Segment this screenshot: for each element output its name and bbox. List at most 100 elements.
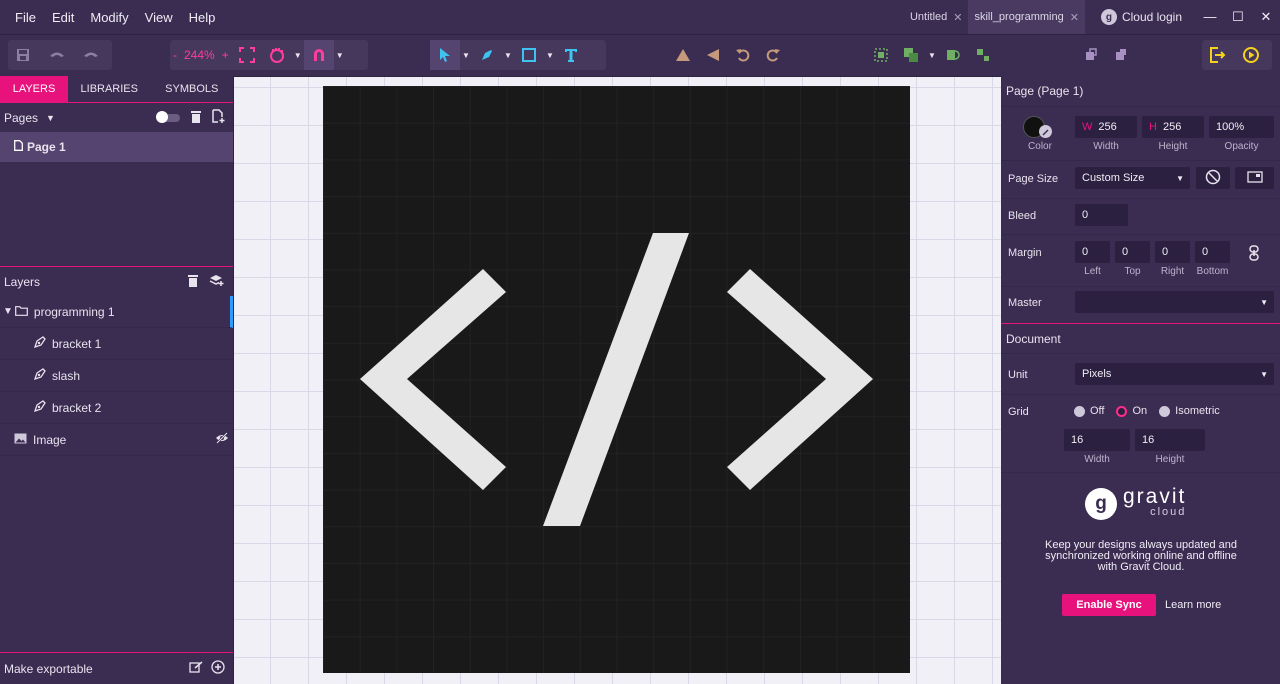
chevron-down-icon[interactable]: ▼ <box>334 40 346 70</box>
eyedropper-icon[interactable] <box>1039 125 1052 138</box>
chevron-down-icon[interactable]: ▼ <box>460 40 472 70</box>
flip-vertical-icon[interactable] <box>668 40 698 70</box>
radio-selected-icon <box>1116 406 1127 417</box>
tab-symbols[interactable]: SYMBOLS <box>151 76 234 102</box>
page-size-select[interactable]: Custom Size▼ <box>1075 167 1190 189</box>
layer-label: slash <box>52 369 80 383</box>
opacity-field[interactable]: 100% <box>1209 116 1274 138</box>
rectangle-tool-icon[interactable] <box>514 40 544 70</box>
code-symbol-artwork <box>323 86 910 673</box>
layer-row-bracket-2[interactable]: bracket 2 <box>0 392 233 424</box>
right-panel: Page (Page 1) Color W256 Width H256 Heig… <box>1001 76 1280 684</box>
margin-left-field[interactable]: 0 <box>1075 241 1110 263</box>
close-icon[interactable]: ✕ <box>1070 11 1079 24</box>
rotate-right-icon[interactable] <box>758 40 788 70</box>
artboard-page-1[interactable] <box>323 86 910 673</box>
add-page-icon[interactable] <box>212 109 225 126</box>
page-item[interactable]: Page 1 <box>0 132 233 162</box>
send-backward-icon[interactable] <box>1076 40 1106 70</box>
trash-icon[interactable] <box>187 274 199 290</box>
minimize-icon[interactable]: — <box>1196 9 1224 25</box>
hand-tool-icon[interactable] <box>262 40 292 70</box>
zoom-in-button[interactable]: + <box>219 48 232 62</box>
tab-libraries[interactable]: LIBRARIES <box>68 76 151 102</box>
learn-more-link[interactable]: Learn more <box>1165 599 1221 611</box>
bring-forward-icon[interactable] <box>1106 40 1136 70</box>
fit-artboard-button[interactable] <box>1235 167 1274 189</box>
chevron-down-icon[interactable]: ▼ <box>292 40 304 70</box>
bleed-field[interactable]: 0 <box>1075 204 1128 226</box>
rotate-left-icon[interactable] <box>728 40 758 70</box>
zoom-out-button[interactable]: - <box>170 48 180 62</box>
color-label: Color <box>1025 141 1055 152</box>
menu-file[interactable]: File <box>0 10 44 25</box>
margin-bottom-field[interactable]: 0 <box>1195 241 1230 263</box>
flip-horizontal-icon[interactable] <box>698 40 728 70</box>
menu-edit[interactable]: Edit <box>44 10 82 25</box>
trash-icon[interactable] <box>190 110 202 126</box>
present-play-icon[interactable] <box>1236 40 1266 70</box>
width-field[interactable]: W256 <box>1075 116 1137 138</box>
layer-row-image[interactable]: Image <box>0 424 233 456</box>
menu-help[interactable]: Help <box>181 10 224 25</box>
menu-bar: File Edit Modify View Help Untitled✕ ski… <box>0 0 1280 34</box>
toggle-switch[interactable] <box>158 114 180 122</box>
add-layer-icon[interactable] <box>209 273 225 290</box>
pen-tool-icon[interactable] <box>472 40 502 70</box>
zoom-value[interactable]: 244% <box>180 48 219 62</box>
margin-top-field[interactable]: 0 <box>1115 241 1150 263</box>
layer-row-slash[interactable]: slash <box>0 360 233 392</box>
menu-view[interactable]: View <box>137 10 181 25</box>
union-icon[interactable] <box>896 40 926 70</box>
enable-sync-button[interactable]: Enable Sync <box>1062 594 1156 616</box>
ungroup-icon[interactable] <box>968 40 998 70</box>
orientation-button[interactable] <box>1196 167 1230 189</box>
mask-icon[interactable] <box>938 40 968 70</box>
chevron-down-icon[interactable]: ▼ <box>46 113 55 123</box>
text-tool-icon[interactable] <box>556 40 586 70</box>
chevron-down-icon[interactable]: ▼ <box>502 40 514 70</box>
make-exportable-label[interactable]: Make exportable <box>4 662 93 676</box>
margin-bottom-label: Bottom <box>1195 266 1230 277</box>
export-bar: Make exportable <box>0 652 233 684</box>
export-slice-icon[interactable] <box>189 661 203 677</box>
fit-screen-icon[interactable] <box>232 40 262 70</box>
save-icon[interactable] <box>8 40 38 70</box>
tab-untitled[interactable]: Untitled✕ <box>904 0 969 34</box>
height-field[interactable]: H256 <box>1142 116 1204 138</box>
close-window-icon[interactable]: ✕ <box>1252 9 1280 25</box>
redo-icon[interactable] <box>76 40 106 70</box>
left-panel: LAYERS LIBRARIES SYMBOLS Pages ▼ Page 1 … <box>0 76 233 684</box>
layer-row-programming[interactable]: ▼ programming 1 <box>0 296 233 328</box>
canvas-area[interactable] <box>234 77 1001 684</box>
tab-skill-programming[interactable]: skill_programming✕ <box>968 0 1084 34</box>
chevron-down-icon[interactable]: ▼ <box>926 40 938 70</box>
triangle-down-icon[interactable]: ▼ <box>3 306 13 317</box>
eye-hidden-icon[interactable] <box>215 432 229 447</box>
cloud-login-button[interactable]: gCloud login <box>1101 9 1182 25</box>
height-value: 256 <box>1163 121 1181 133</box>
master-select[interactable]: ▼ <box>1075 291 1274 313</box>
grid-on-radio[interactable]: On <box>1116 405 1147 417</box>
maximize-icon[interactable]: ☐ <box>1224 9 1252 25</box>
pointer-tool-icon[interactable] <box>430 40 460 70</box>
link-margins-icon[interactable] <box>1249 245 1259 264</box>
export-icon[interactable] <box>1202 40 1232 70</box>
grid-isometric-radio[interactable]: Isometric <box>1159 405 1220 417</box>
margin-right-field[interactable]: 0 <box>1155 241 1190 263</box>
unit-select[interactable]: Pixels▼ <box>1075 363 1274 385</box>
promo-line-3: with Gravit Cloud. <box>1031 562 1251 573</box>
grid-height-field[interactable]: 16 <box>1135 429 1205 451</box>
grid-width-field[interactable]: 16 <box>1064 429 1130 451</box>
menu-modify[interactable]: Modify <box>82 10 136 25</box>
close-icon[interactable]: ✕ <box>953 11 962 24</box>
layer-row-bracket-1[interactable]: bracket 1 <box>0 328 233 360</box>
radio-off-icon <box>1159 406 1170 417</box>
chevron-down-icon[interactable]: ▼ <box>544 40 556 70</box>
undo-icon[interactable] <box>42 40 72 70</box>
snap-magnet-icon[interactable] <box>304 40 334 70</box>
tab-layers[interactable]: LAYERS <box>0 76 68 102</box>
grid-off-radio[interactable]: Off <box>1074 405 1104 417</box>
add-circle-icon[interactable] <box>211 660 225 677</box>
group-icon[interactable] <box>866 40 896 70</box>
